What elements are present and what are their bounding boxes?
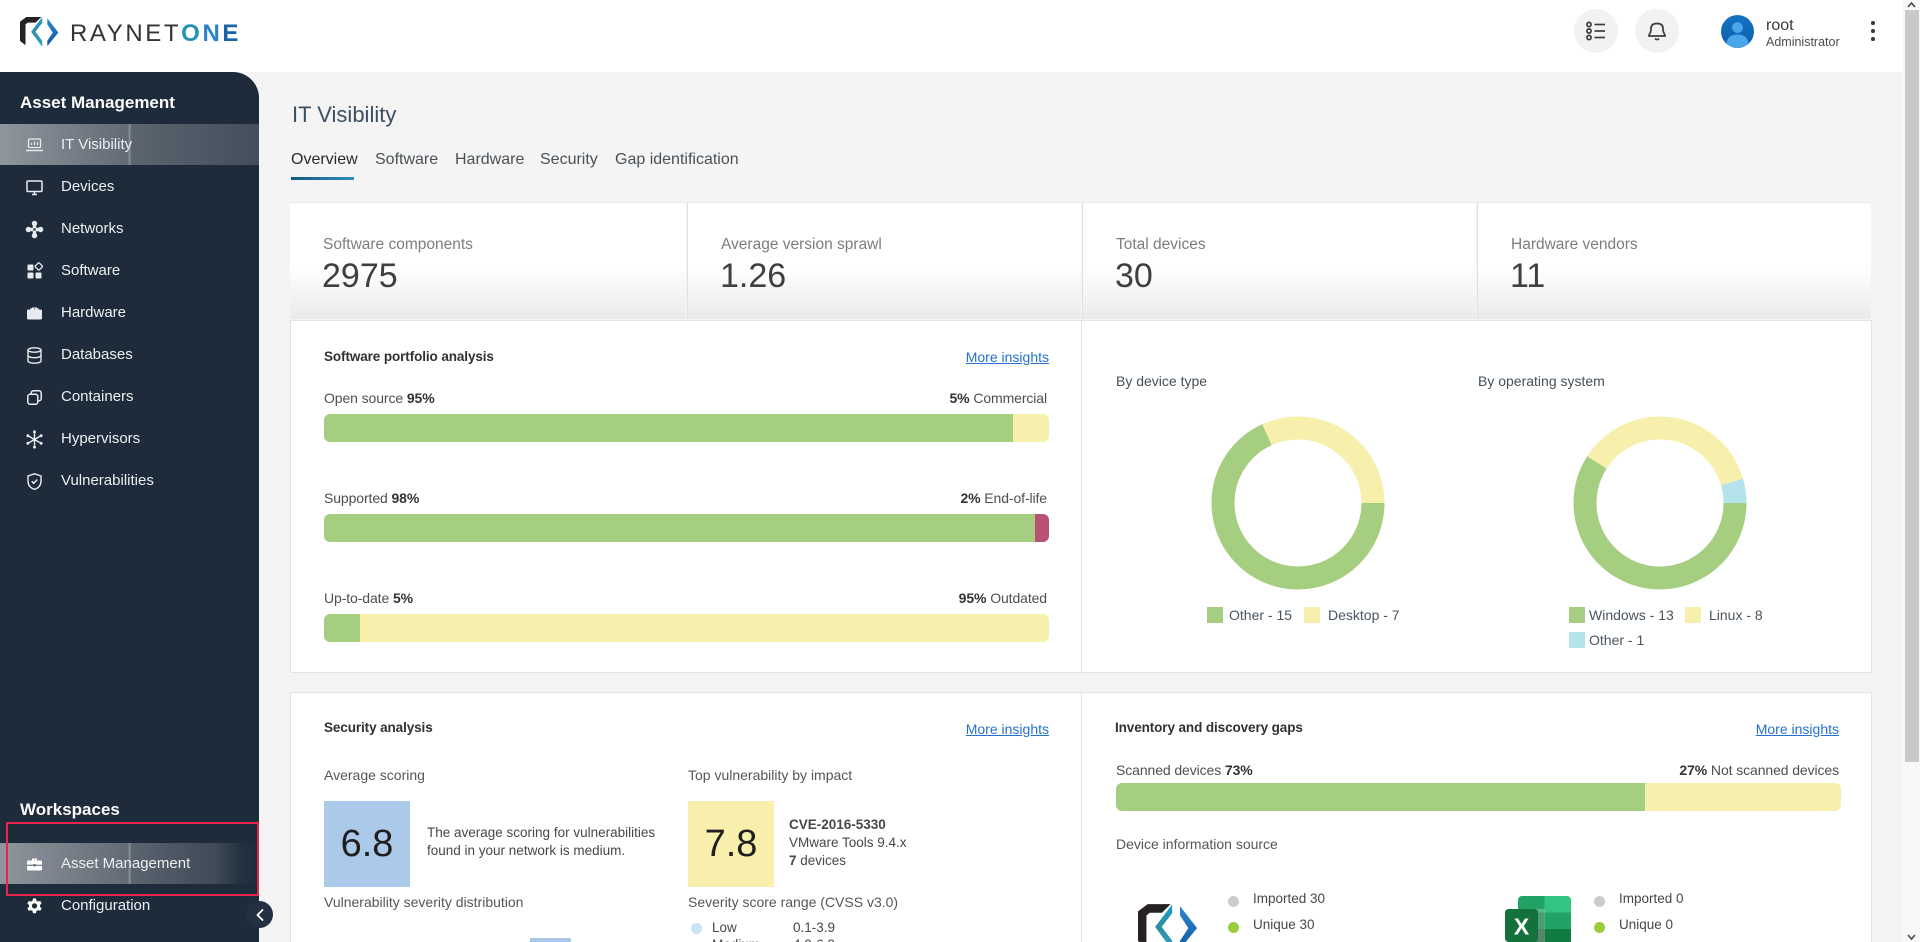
svg-text:X: X	[1514, 914, 1530, 940]
